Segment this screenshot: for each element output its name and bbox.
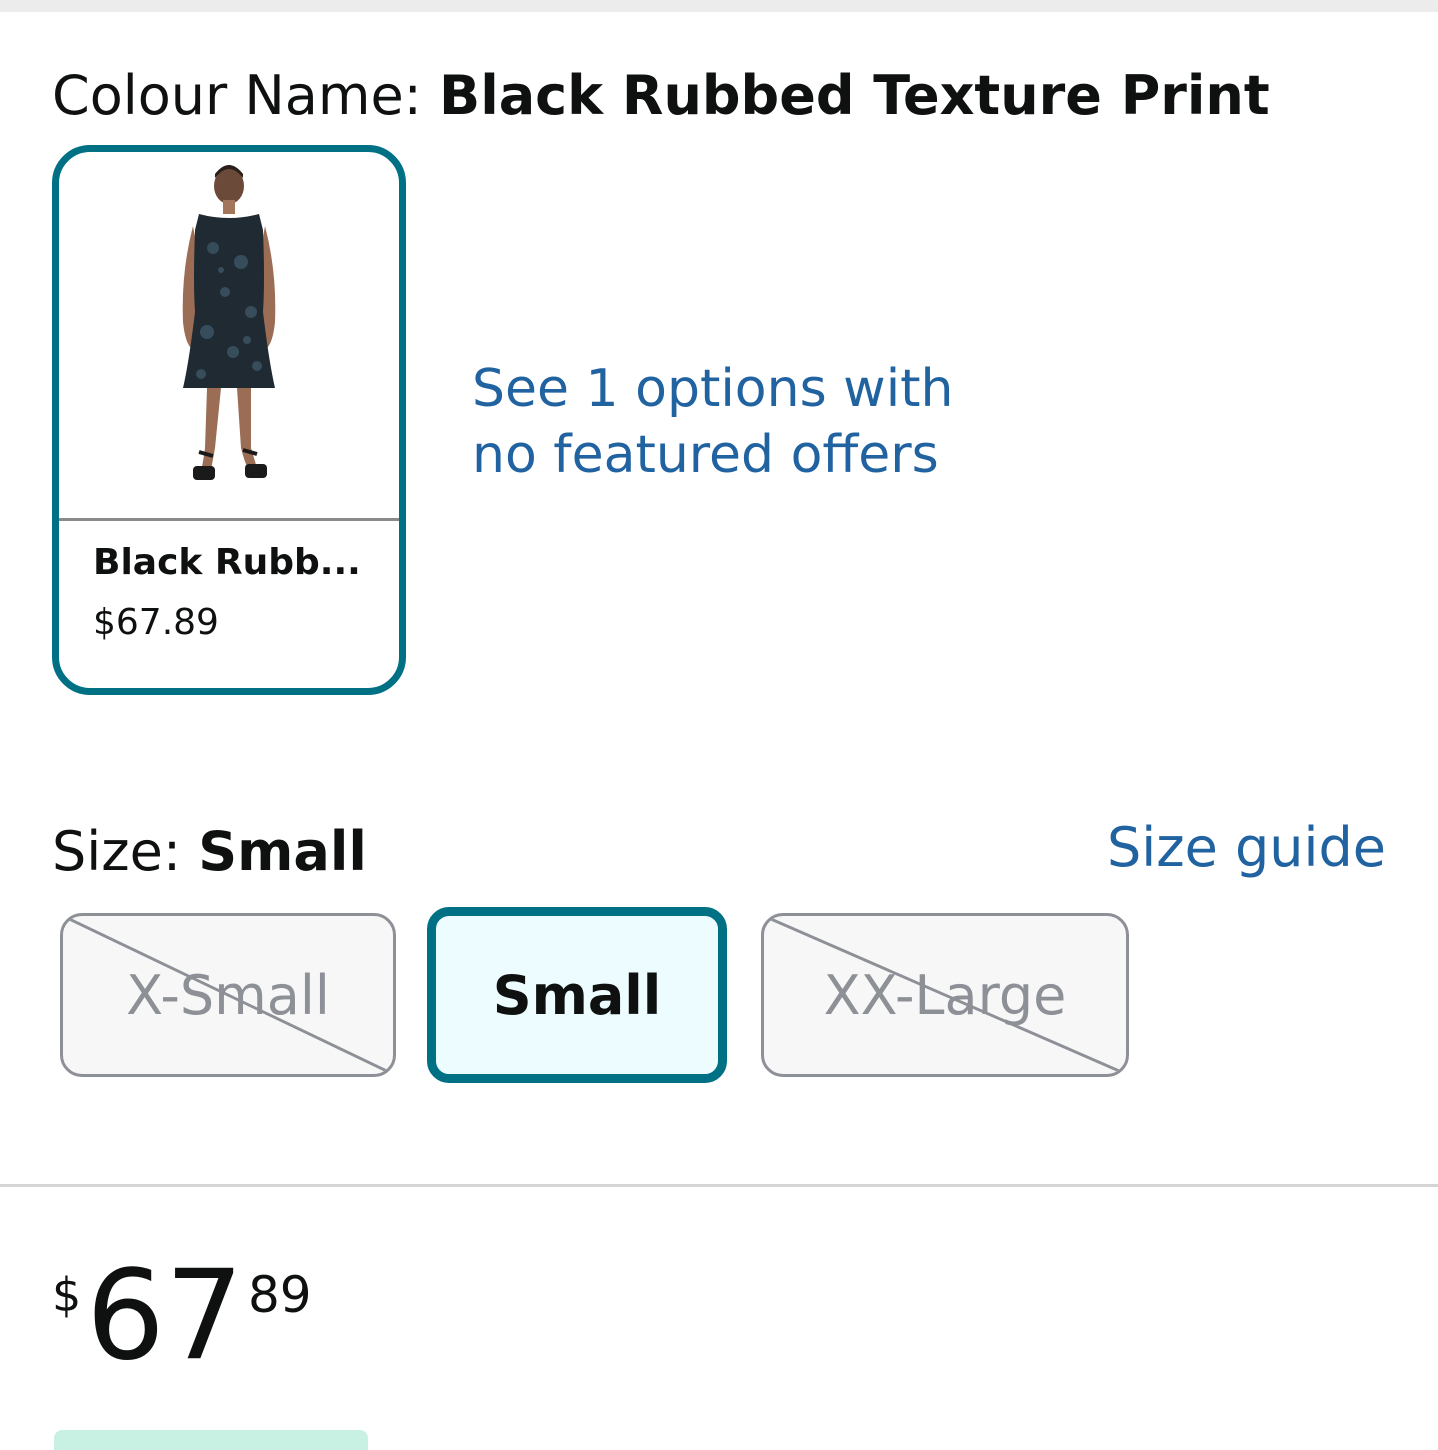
colour-swatch-black-rubbed[interactable]: Black Rubb... $67.89	[52, 145, 406, 695]
size-label: Size:	[52, 820, 199, 883]
size-option-label: X-Small	[126, 963, 330, 1027]
swatch-name: Black Rubb...	[93, 542, 361, 583]
price-whole: 67	[86, 1244, 244, 1388]
deal-badge	[54, 1430, 368, 1450]
see-options-line1: See 1 options with	[472, 359, 954, 419]
see-options-link[interactable]: See 1 options with no featured offers	[472, 356, 1032, 488]
size-guide-link[interactable]: Size guide	[1107, 814, 1386, 882]
size-option-label: Small	[492, 963, 662, 1027]
size-row: Size: Small	[52, 818, 367, 886]
size-option-xx-large[interactable]: XX-Large	[761, 913, 1129, 1077]
colour-name-value: Black Rubbed Texture Print	[439, 64, 1270, 127]
top-band	[0, 0, 1438, 12]
size-option-label: XX-Large	[823, 963, 1067, 1027]
swatch-price: $67.89	[93, 602, 219, 643]
dress-image-icon	[182, 165, 276, 480]
price-fraction: 89	[248, 1266, 312, 1324]
size-option-x-small[interactable]: X-Small	[60, 913, 396, 1077]
swatch-divider	[59, 518, 399, 521]
dress-product-photo	[59, 152, 399, 518]
section-divider	[0, 1184, 1438, 1187]
see-options-line2: no featured offers	[472, 425, 939, 485]
colour-name-row: Colour Name: Black Rubbed Texture Print	[52, 60, 1270, 132]
size-value: Small	[198, 820, 367, 883]
price-symbol: $	[52, 1268, 82, 1322]
size-option-small[interactable]: Small	[427, 907, 727, 1083]
colour-name-label: Colour Name:	[52, 64, 440, 127]
